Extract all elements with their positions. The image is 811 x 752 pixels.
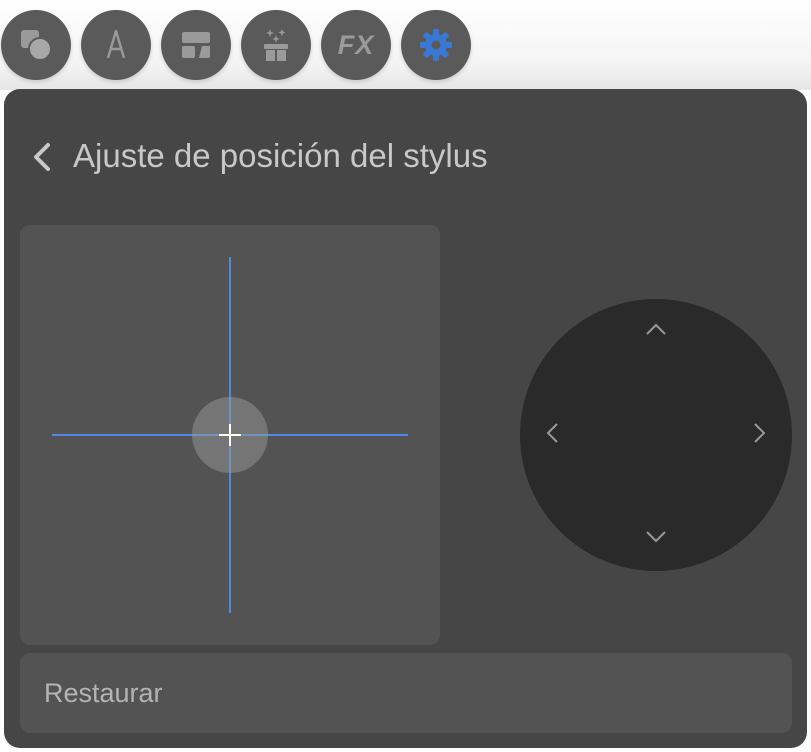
frame-tool-button[interactable] xyxy=(161,10,231,80)
calibration-pad[interactable] xyxy=(20,225,440,645)
toolbar: FX xyxy=(0,0,811,90)
frame-icon xyxy=(176,25,216,65)
nudge-down-button[interactable] xyxy=(636,519,676,559)
page-title: Ajuste de posición del stylus xyxy=(73,137,488,174)
chevron-left-icon xyxy=(30,143,54,179)
fx-icon: FX xyxy=(337,29,375,60)
chevron-right-icon xyxy=(753,421,767,450)
effects-tool-button[interactable] xyxy=(241,10,311,80)
gift-effects-icon xyxy=(256,25,296,65)
stylus-position-panel: Ajuste de posición del stylus Restaurar xyxy=(4,89,807,748)
shapes-tool-button[interactable] xyxy=(1,10,71,80)
restore-label: Restaurar xyxy=(44,677,163,708)
chevron-up-icon xyxy=(644,322,668,341)
shapes-icon xyxy=(16,25,56,65)
back-button[interactable] xyxy=(30,139,54,175)
nudge-right-button[interactable] xyxy=(740,415,780,455)
nudge-up-button[interactable] xyxy=(636,311,676,351)
direction-pad xyxy=(520,299,792,571)
text-tool-button[interactable] xyxy=(81,10,151,80)
panel-header: Ajuste de posición del stylus xyxy=(4,89,807,209)
chevron-left-small-icon xyxy=(545,421,559,450)
gear-icon xyxy=(416,25,456,65)
text-icon xyxy=(96,25,136,65)
chevron-down-icon xyxy=(644,530,668,549)
fx-tool-button[interactable]: FX xyxy=(321,10,391,80)
settings-tool-button[interactable] xyxy=(401,10,471,80)
restore-button[interactable]: Restaurar xyxy=(20,653,792,733)
nudge-left-button[interactable] xyxy=(532,415,572,455)
crosshair xyxy=(52,257,408,613)
